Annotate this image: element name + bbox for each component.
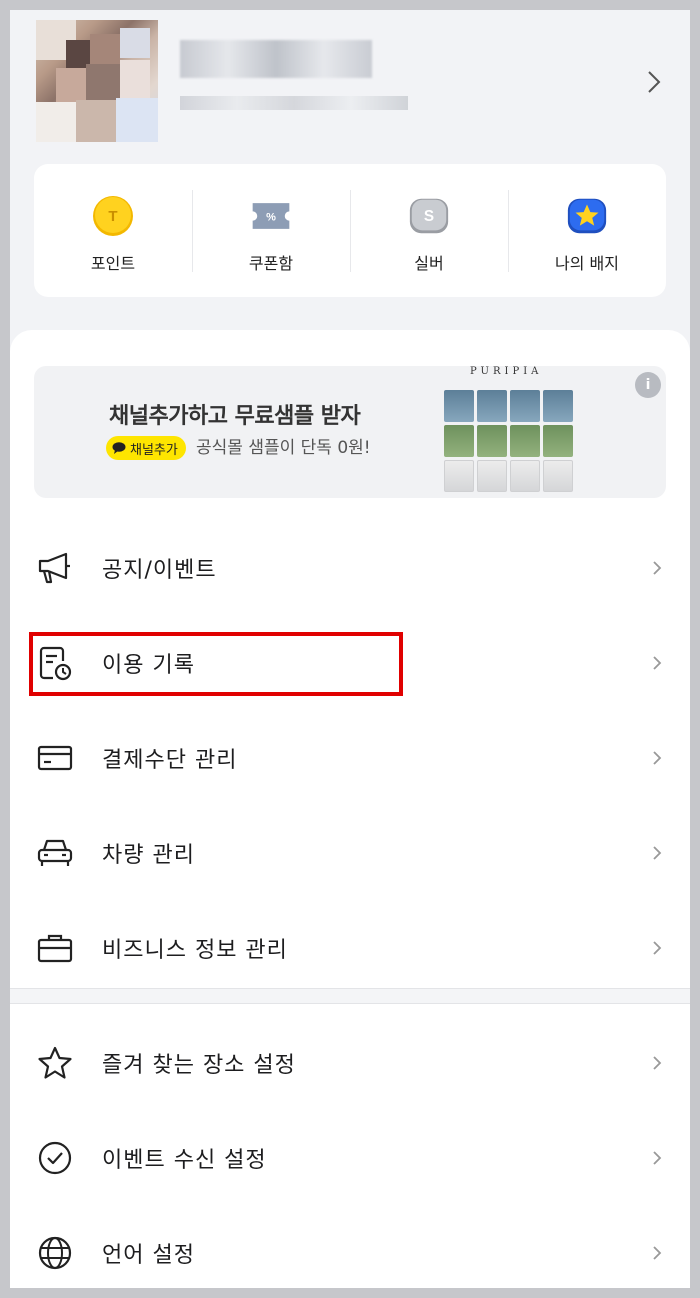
- megaphone-icon: [36, 549, 74, 587]
- briefcase-icon: [36, 929, 74, 967]
- app-frame: T 포인트 % 쿠폰함 S 실버 나의 배지 채널추가하고 무료샘플 받자 채널…: [10, 10, 690, 1288]
- silver-badge-icon: S: [407, 194, 451, 238]
- profile-subtext-blurred: [180, 96, 408, 110]
- highlight-box: [29, 632, 403, 696]
- menu-item-event-notifications[interactable]: 이벤트 수신 설정: [10, 1110, 690, 1205]
- kakao-channel-pill: 채널추가: [106, 436, 186, 460]
- menu-item-business-info[interactable]: 비즈니스 정보 관리: [10, 900, 690, 995]
- globe-icon: [36, 1234, 74, 1272]
- chevron-right-icon: [653, 655, 662, 670]
- product-image: [444, 390, 576, 494]
- card-icon: [36, 739, 74, 777]
- quick-item-label: 나의 배지: [555, 254, 619, 273]
- menu-item-language[interactable]: 언어 설정: [10, 1205, 690, 1288]
- car-icon: [36, 834, 74, 872]
- banner-title: 채널추가하고 무료샘플 받자: [109, 404, 361, 429]
- menu-item-vehicle[interactable]: 차량 관리: [10, 805, 690, 900]
- star-icon: [36, 1044, 74, 1082]
- quick-item-label: 포인트: [90, 254, 136, 273]
- info-icon[interactable]: i: [635, 372, 661, 398]
- point-coin-icon: T: [91, 194, 135, 238]
- chevron-right-icon: [653, 1055, 662, 1070]
- menu-item-label: 공지/이벤트: [102, 557, 217, 583]
- chat-bubble-icon: [112, 442, 126, 454]
- quick-item-label: 실버: [414, 254, 444, 273]
- coupon-icon: %: [249, 194, 293, 238]
- banner-pill-label: 채널추가: [130, 442, 178, 458]
- svg-text:S: S: [424, 208, 434, 225]
- chevron-right-icon: [653, 940, 662, 955]
- menu-item-label: 결제수단 관리: [102, 747, 238, 773]
- chevron-right-icon: [653, 845, 662, 860]
- menu-item-label: 즐겨 찾는 장소 설정: [102, 1052, 296, 1078]
- menu-group-account: 공지/이벤트 이용 기록 결제수단 관리 차량 관리 비즈니스 정보 관리: [10, 520, 690, 995]
- menu-item-label: 차량 관리: [102, 842, 195, 868]
- menu-item-favorite-places[interactable]: 즐겨 찾는 장소 설정: [10, 1015, 690, 1110]
- quick-item-label: 쿠폰함: [248, 254, 294, 273]
- svg-text:T: T: [108, 208, 117, 225]
- menu-item-label: 이벤트 수신 설정: [102, 1147, 267, 1173]
- avatar: [36, 20, 158, 142]
- quick-item-my-badge[interactable]: 나의 배지: [508, 164, 666, 297]
- chevron-right-icon: [653, 1150, 662, 1165]
- menu-item-label: 비즈니스 정보 관리: [102, 937, 288, 963]
- ad-banner[interactable]: 채널추가하고 무료샘플 받자 채널추가 공식몰 샘플이 단독 0원! PURIP…: [34, 366, 666, 498]
- banner-subtitle: 공식몰 샘플이 단독 0원!: [196, 438, 371, 458]
- menu-item-payment-methods[interactable]: 결제수단 관리: [10, 710, 690, 805]
- menu-sheet: 채널추가하고 무료샘플 받자 채널추가 공식몰 샘플이 단독 0원! PURIP…: [10, 330, 690, 1288]
- profile-header[interactable]: [10, 10, 690, 155]
- section-divider: [10, 988, 690, 1004]
- menu-group-settings: 즐겨 찾는 장소 설정 이벤트 수신 설정 언어 설정: [10, 1015, 690, 1288]
- star-badge-icon: [565, 194, 609, 238]
- brand-name: PURIPIA: [470, 366, 543, 377]
- chevron-right-icon: [653, 560, 662, 575]
- chevron-right-icon: [648, 71, 661, 93]
- profile-name-blurred: [180, 40, 372, 78]
- chevron-right-icon: [653, 1245, 662, 1260]
- menu-item-notice-event[interactable]: 공지/이벤트: [10, 520, 690, 615]
- quick-menu-card: T 포인트 % 쿠폰함 S 실버 나의 배지: [34, 164, 666, 297]
- quick-item-point[interactable]: T 포인트: [34, 164, 192, 297]
- chevron-right-icon: [653, 750, 662, 765]
- quick-item-coupon[interactable]: % 쿠폰함: [192, 164, 350, 297]
- quick-item-silver[interactable]: S 실버: [350, 164, 508, 297]
- svg-text:%: %: [266, 212, 276, 224]
- check-circle-icon: [36, 1139, 74, 1177]
- menu-item-label: 언어 설정: [102, 1242, 195, 1268]
